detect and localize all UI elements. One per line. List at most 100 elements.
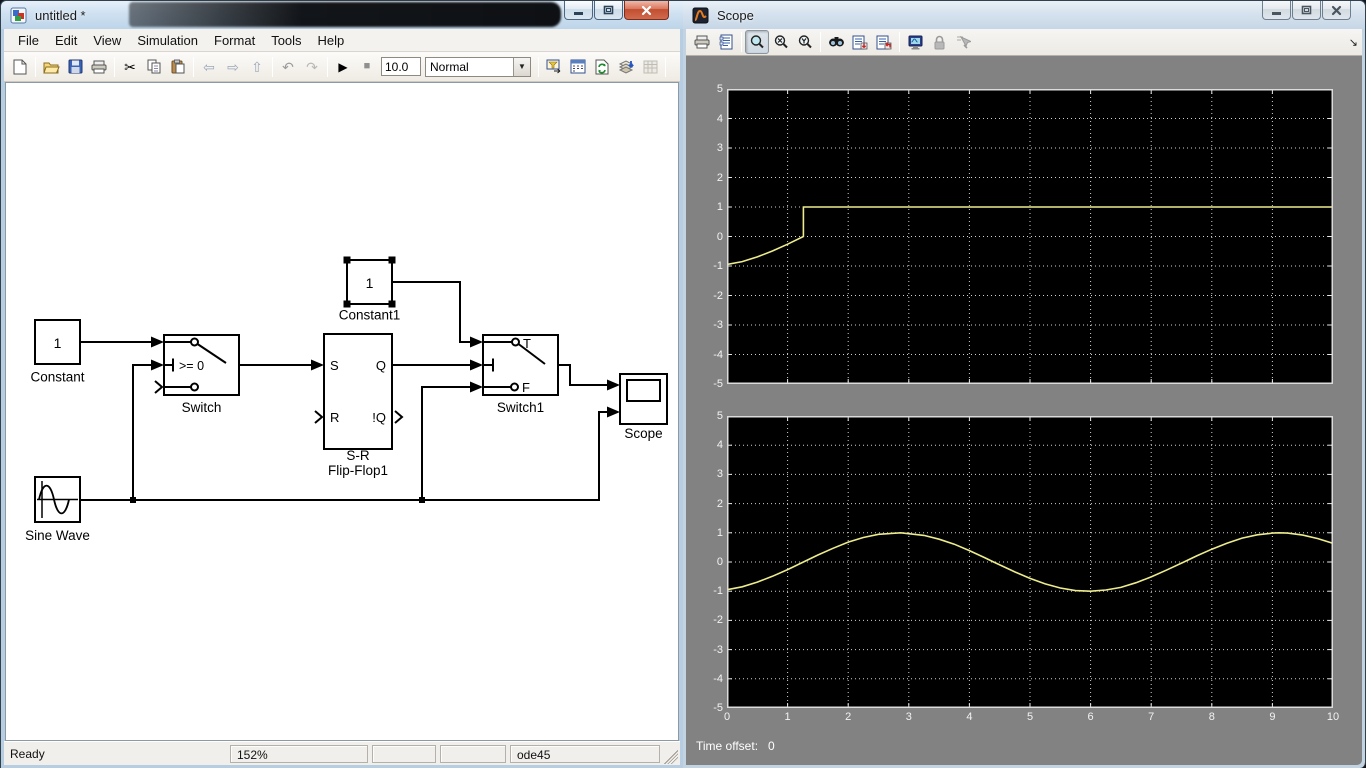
signal-selection-icon bbox=[951, 30, 975, 54]
menu-file[interactable]: File bbox=[10, 30, 47, 51]
block-constant1[interactable]: 1 bbox=[344, 257, 396, 308]
start-simulation-icon[interactable]: ▶ bbox=[331, 55, 355, 79]
menu-format[interactable]: Format bbox=[206, 30, 263, 51]
svg-text:1: 1 bbox=[54, 335, 62, 351]
update-diagram-icon[interactable] bbox=[590, 55, 614, 79]
save-icon[interactable] bbox=[63, 55, 87, 79]
menu-help[interactable]: Help bbox=[310, 30, 353, 51]
simulation-mode-select[interactable]: Normal ▼ bbox=[425, 57, 531, 77]
simulink-editor-window: untitled * File Edit View Simulation For… bbox=[0, 0, 683, 768]
x-tick-label: 0 bbox=[715, 711, 739, 724]
scope-window: Scope bbox=[683, 0, 1366, 768]
scope-toolbar: ↘ bbox=[686, 29, 1362, 56]
block-label-srff-1: S-R bbox=[346, 448, 370, 463]
close-button[interactable] bbox=[624, 1, 669, 20]
y-tick-label: 3 bbox=[703, 142, 723, 155]
wire-sine-to-switch-control[interactable] bbox=[133, 365, 152, 500]
maximize-button[interactable] bbox=[594, 1, 623, 20]
forward-icon[interactable]: ⇨ bbox=[221, 55, 245, 79]
paste-icon[interactable] bbox=[166, 55, 190, 79]
svg-text:1: 1 bbox=[366, 275, 374, 291]
menu-simulation[interactable]: Simulation bbox=[129, 30, 206, 51]
scope-app-icon bbox=[692, 7, 709, 24]
debug-disabled-icon bbox=[638, 55, 662, 79]
block-sine-wave[interactable] bbox=[35, 477, 80, 522]
minimize-button[interactable] bbox=[564, 1, 593, 20]
up-icon[interactable]: ⇧ bbox=[245, 55, 269, 79]
wire-junction bbox=[419, 497, 425, 503]
zoom-x-icon[interactable] bbox=[769, 30, 793, 54]
close-button[interactable] bbox=[1322, 1, 1351, 20]
unconnected-port-icon bbox=[155, 381, 162, 393]
open-model-icon[interactable] bbox=[39, 55, 63, 79]
minimize-button[interactable] bbox=[1262, 1, 1291, 20]
block-switch[interactable]: >= 0 bbox=[155, 335, 239, 395]
svg-text:F: F bbox=[522, 380, 530, 395]
parameters-icon[interactable] bbox=[714, 30, 738, 54]
autoscale-icon[interactable] bbox=[824, 30, 848, 54]
svg-text:S: S bbox=[330, 358, 339, 373]
svg-text:T: T bbox=[523, 336, 531, 351]
menu-tools[interactable]: Tools bbox=[263, 30, 309, 51]
model-canvas[interactable]: 1 Constant >= 0 Switch S Q R !Q bbox=[5, 82, 679, 741]
save-axes-settings-icon[interactable] bbox=[848, 30, 872, 54]
scope-plot-lower[interactable] bbox=[727, 416, 1333, 708]
y-tick-label: -2 bbox=[703, 290, 723, 303]
redo-icon[interactable]: ↷ bbox=[300, 55, 324, 79]
floating-scope-icon[interactable] bbox=[903, 30, 927, 54]
maximize-button[interactable] bbox=[1292, 1, 1321, 20]
block-scope[interactable] bbox=[620, 374, 667, 424]
y-tick-label: 4 bbox=[703, 439, 723, 452]
sim-titlebar[interactable]: untitled * bbox=[1, 1, 683, 29]
x-tick-label: 8 bbox=[1200, 711, 1224, 724]
wire-sine-to-switch1[interactable] bbox=[422, 387, 471, 500]
y-tick-label: 1 bbox=[703, 527, 723, 540]
print-icon[interactable] bbox=[87, 55, 111, 79]
zoom-y-icon[interactable] bbox=[793, 30, 817, 54]
simulation-stop-time-input[interactable] bbox=[381, 57, 421, 76]
model-browser-icon[interactable] bbox=[566, 55, 590, 79]
print-icon[interactable] bbox=[690, 30, 714, 54]
cut-icon[interactable]: ✂ bbox=[118, 55, 142, 79]
y-tick-label: -5 bbox=[703, 378, 723, 391]
block-label-sine-wave: Sine Wave bbox=[25, 528, 90, 543]
undo-icon[interactable]: ↶ bbox=[276, 55, 300, 79]
y-tick-label: -1 bbox=[703, 585, 723, 598]
wire-switch1-to-scope[interactable] bbox=[558, 365, 608, 385]
y-tick-label: 0 bbox=[703, 556, 723, 569]
y-tick-label: 5 bbox=[703, 410, 723, 423]
scope-titlebar[interactable]: Scope bbox=[683, 1, 1365, 29]
status-zoom-level: 152% bbox=[230, 745, 368, 763]
zoom-icon[interactable] bbox=[745, 30, 769, 54]
svg-text:Q: Q bbox=[376, 358, 386, 373]
status-field-4 bbox=[440, 745, 506, 763]
block-constant[interactable]: 1 bbox=[35, 320, 80, 364]
svg-text:!Q: !Q bbox=[372, 410, 386, 425]
chevron-down-icon[interactable]: ▼ bbox=[513, 58, 530, 76]
y-tick-label: 1 bbox=[703, 201, 723, 214]
x-tick-label: 3 bbox=[897, 711, 921, 724]
new-model-icon[interactable] bbox=[8, 55, 32, 79]
incremental-build-icon[interactable] bbox=[614, 55, 638, 79]
block-label-constant: Constant bbox=[30, 370, 84, 385]
svg-text:>= 0: >= 0 bbox=[179, 359, 204, 373]
library-browser-icon[interactable] bbox=[542, 55, 566, 79]
toolbar-overflow-icon[interactable]: ↘ bbox=[1349, 36, 1358, 49]
x-tick-label: 10 bbox=[1321, 711, 1345, 724]
simulation-mode-value: Normal bbox=[426, 60, 513, 74]
block-sr-flipflop[interactable]: S Q R !Q bbox=[315, 334, 402, 449]
restore-axes-settings-icon[interactable] bbox=[872, 30, 896, 54]
scope-plot-upper[interactable] bbox=[727, 89, 1333, 384]
status-field-3 bbox=[372, 745, 436, 763]
back-icon[interactable]: ⇦ bbox=[197, 55, 221, 79]
resize-grip[interactable] bbox=[664, 750, 678, 764]
menu-view[interactable]: View bbox=[85, 30, 129, 51]
block-switch1[interactable]: T F bbox=[483, 335, 558, 395]
menu-edit[interactable]: Edit bbox=[47, 30, 85, 51]
sim-toolbar: ✂ ⇦ ⇨ ⇧ ↶ ↷ ▶ ■ Normal ▼ bbox=[4, 52, 680, 82]
copy-icon[interactable] bbox=[142, 55, 166, 79]
wire-junction bbox=[130, 497, 136, 503]
stop-simulation-icon[interactable]: ■ bbox=[355, 55, 379, 79]
wire-constant1-to-switch1[interactable] bbox=[392, 282, 471, 342]
sim-window-title: untitled * bbox=[35, 8, 86, 23]
